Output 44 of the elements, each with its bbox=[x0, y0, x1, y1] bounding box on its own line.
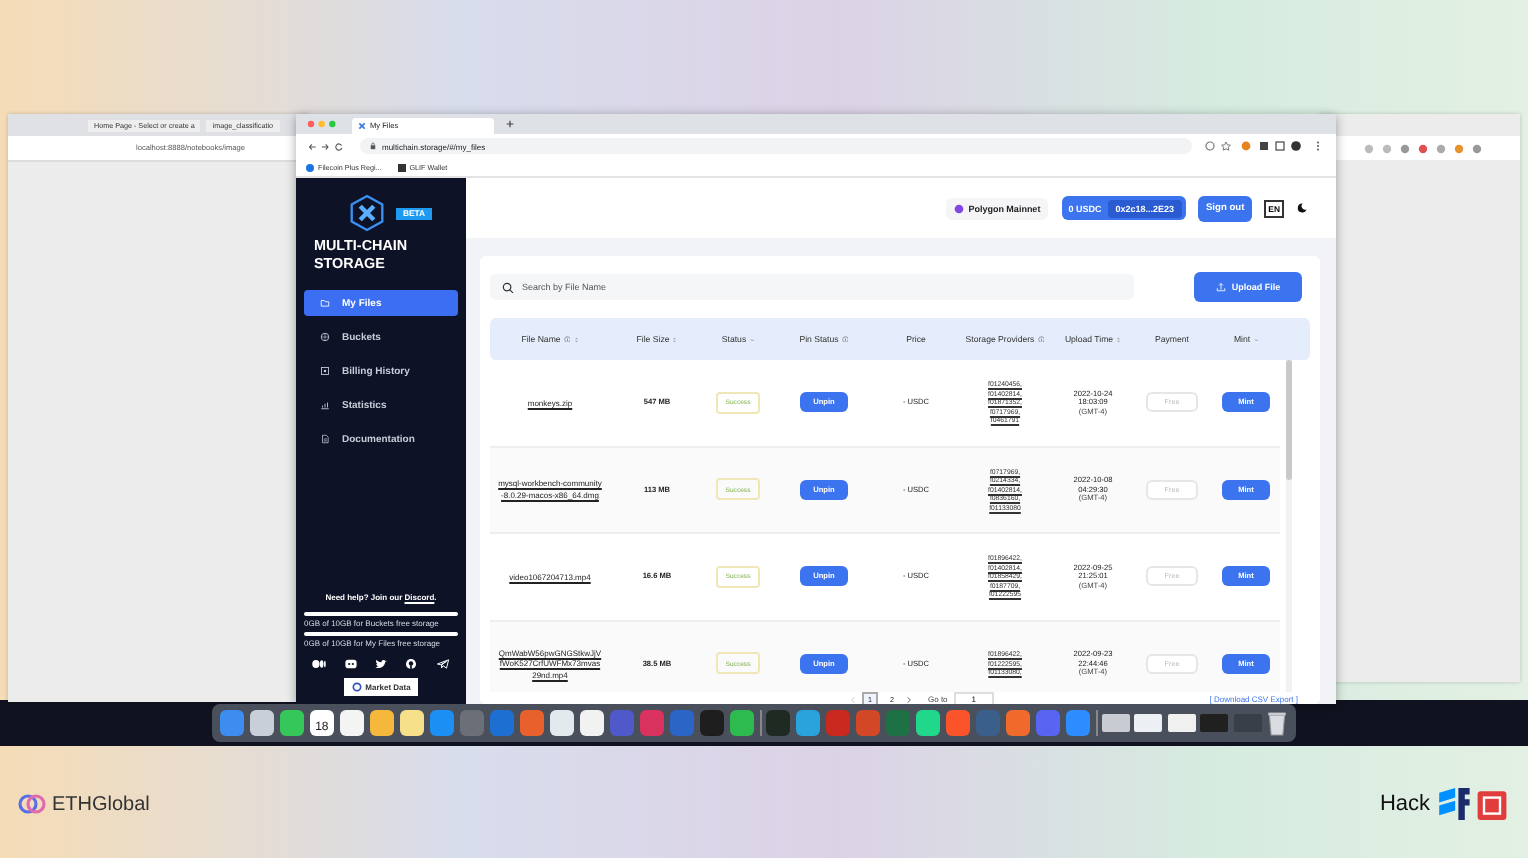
app-icon[interactable] bbox=[729, 710, 755, 736]
app-icon[interactable] bbox=[279, 710, 305, 736]
bird-icon[interactable] bbox=[373, 657, 388, 669]
info-icon[interactable] bbox=[1037, 335, 1045, 343]
app-icon[interactable] bbox=[339, 710, 365, 736]
window-thumbnail[interactable] bbox=[1134, 714, 1163, 732]
logo-icon bbox=[350, 194, 385, 232]
search-icon bbox=[502, 281, 514, 293]
folder-icon bbox=[320, 298, 330, 308]
window-thumbnail[interactable] bbox=[1101, 714, 1130, 732]
next-page-icon[interactable] bbox=[906, 695, 912, 703]
navigation-icon[interactable] bbox=[308, 141, 348, 151]
sort-icon[interactable] bbox=[573, 335, 579, 343]
bucket-icon bbox=[320, 332, 330, 342]
bill-icon bbox=[320, 366, 330, 376]
chart-icon bbox=[320, 400, 330, 410]
badge-logo-icon bbox=[351, 682, 362, 692]
app-icon[interactable] bbox=[915, 710, 941, 736]
info-icon[interactable] bbox=[841, 335, 849, 343]
event-brand: ETHGlobal bbox=[52, 793, 150, 815]
window-controls-icon[interactable] bbox=[306, 120, 340, 128]
app-icon[interactable] bbox=[549, 710, 575, 736]
app-icon[interactable] bbox=[399, 710, 425, 736]
new-tab-icon[interactable] bbox=[506, 120, 514, 128]
network-icon bbox=[954, 203, 965, 213]
scrollbar[interactable] bbox=[1286, 360, 1292, 692]
send-icon[interactable] bbox=[435, 657, 450, 669]
app-icon[interactable] bbox=[249, 710, 275, 736]
bookmark-icon bbox=[306, 163, 314, 171]
window-thumbnail[interactable] bbox=[1200, 714, 1229, 732]
previous-page-icon[interactable] bbox=[850, 695, 856, 703]
lock-icon bbox=[370, 142, 376, 150]
app-icon[interactable] bbox=[579, 710, 605, 736]
event-title: Hack bbox=[1379, 792, 1430, 816]
app-icon[interactable] bbox=[369, 710, 395, 736]
moon-icon[interactable] bbox=[1296, 202, 1308, 214]
info-icon[interactable] bbox=[563, 335, 571, 343]
upload-icon bbox=[1215, 282, 1226, 292]
trash-icon[interactable] bbox=[1266, 710, 1289, 736]
doc-icon bbox=[320, 434, 330, 444]
bookmark-icon bbox=[397, 163, 406, 171]
window-thumbnail[interactable] bbox=[1167, 714, 1196, 732]
site-favicon-icon bbox=[358, 122, 366, 130]
ethglobal-logo-icon bbox=[18, 790, 46, 818]
